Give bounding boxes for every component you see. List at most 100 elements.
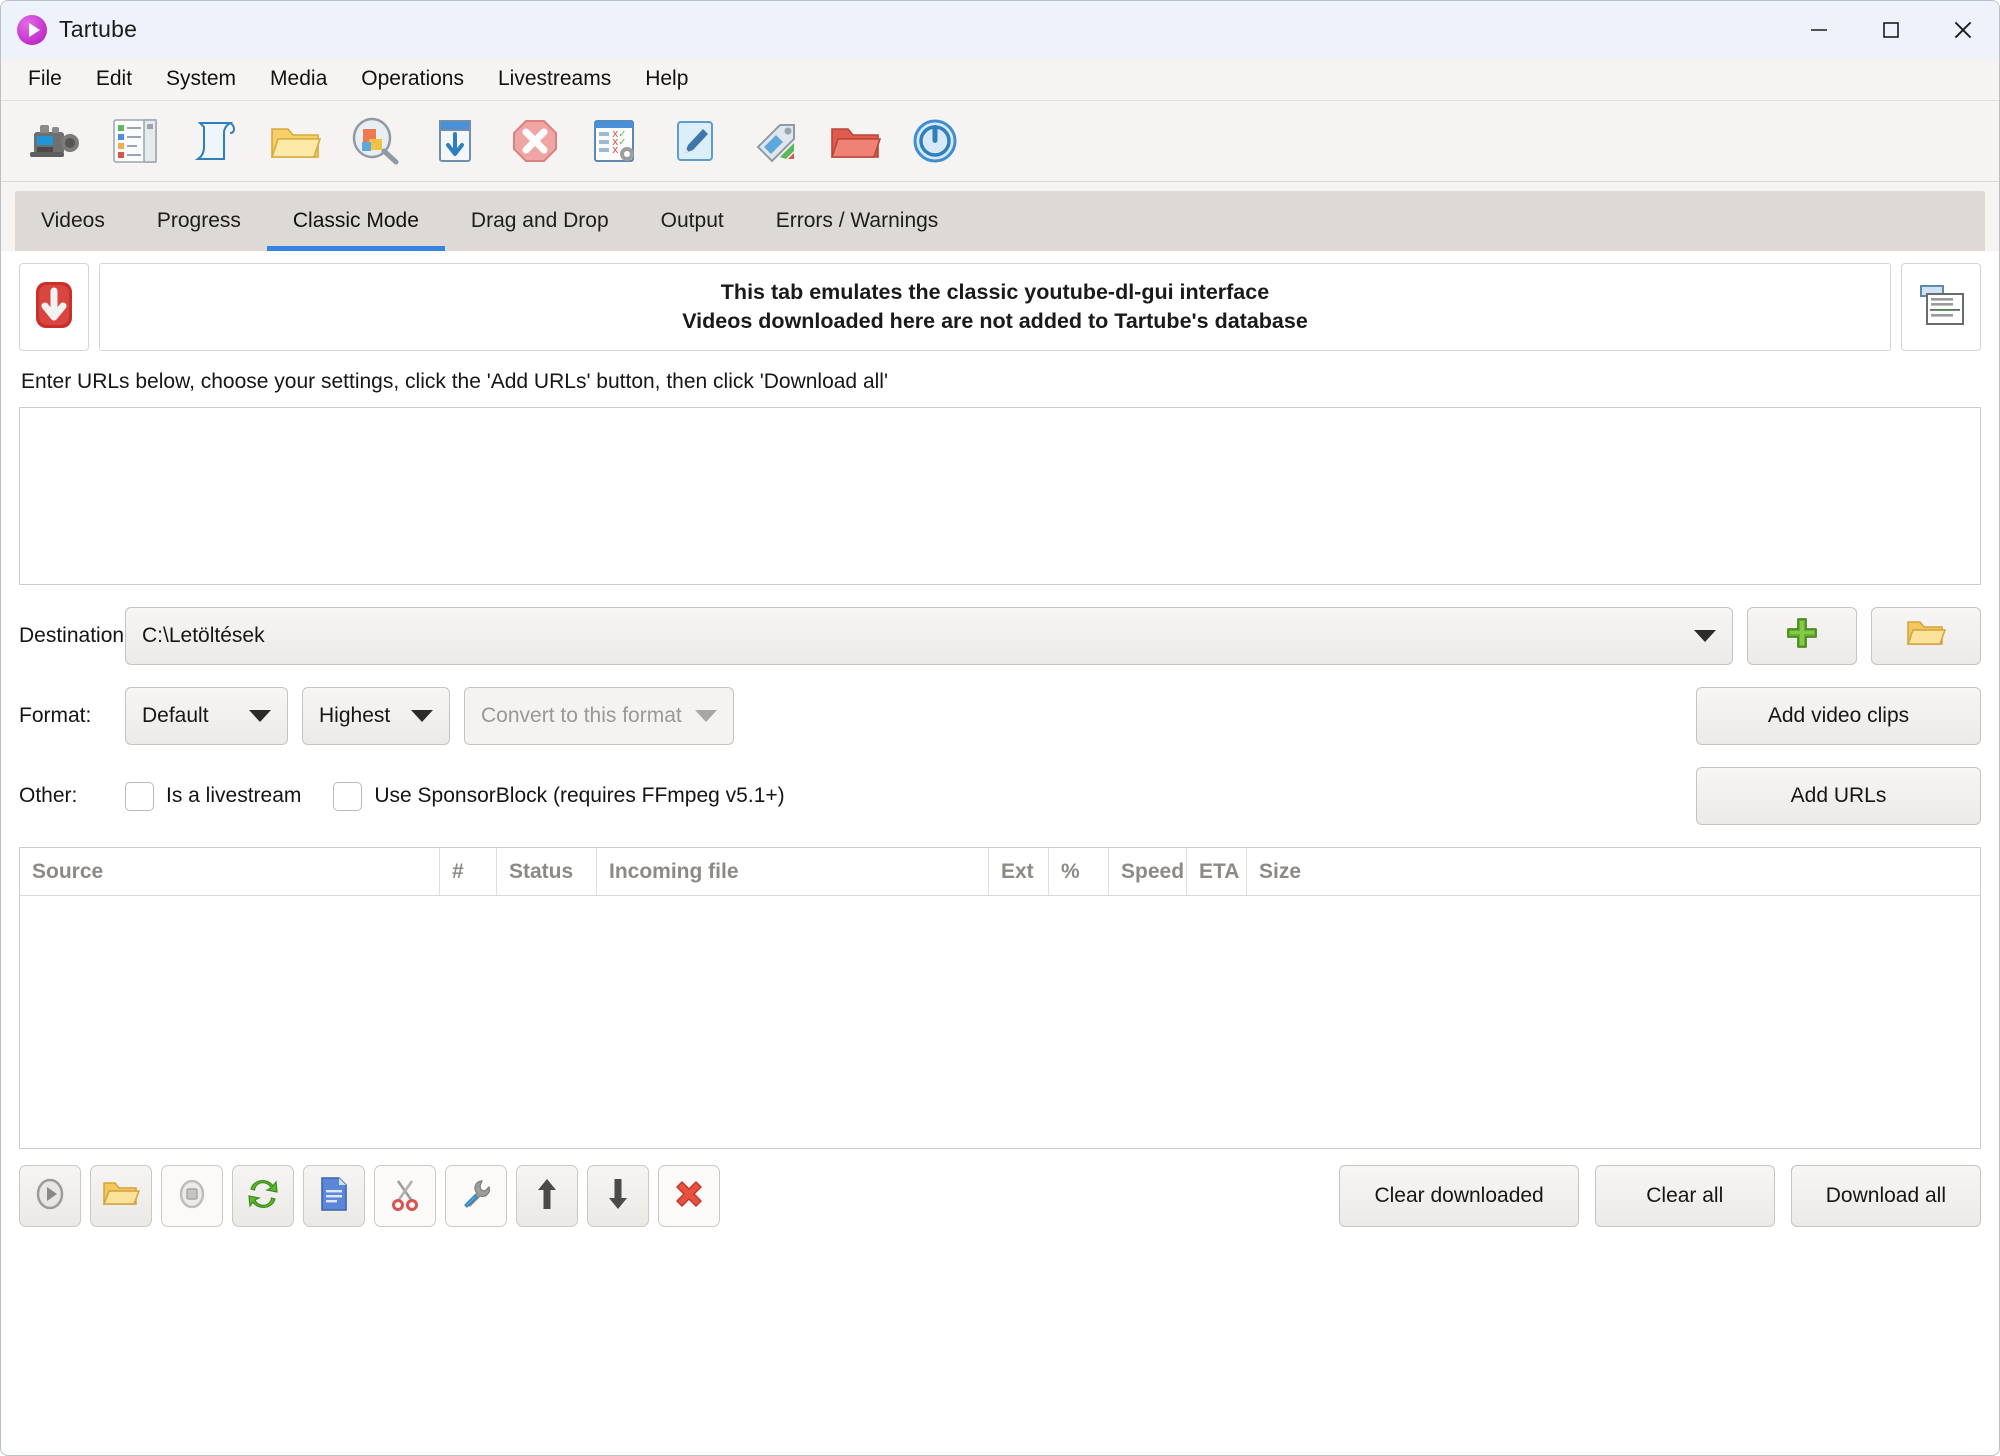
other-label: Other:	[19, 784, 78, 808]
tab-output[interactable]: Output	[635, 191, 750, 251]
livestream-checkbox-row[interactable]: Is a livestream	[125, 781, 333, 811]
destination-label: Destination:	[19, 624, 130, 648]
palette-tag-icon	[750, 117, 800, 165]
menu-bar: File Edit System Media Operations Livest…	[1, 58, 1999, 101]
quit-button[interactable]	[895, 106, 975, 176]
tab-errors-warnings[interactable]: Errors / Warnings	[750, 191, 965, 251]
check-all-button[interactable]	[335, 106, 415, 176]
add-video-clips-button[interactable]: Add video clips	[1696, 687, 1981, 746]
column-header-number[interactable]: #	[440, 848, 497, 896]
window-menu-icon	[1913, 281, 1969, 334]
add-video-button[interactable]	[15, 106, 95, 176]
open-folder-icon	[1906, 617, 1947, 655]
column-header-size[interactable]: Size	[1247, 848, 1980, 895]
wrench-screwdriver-icon	[459, 1177, 493, 1216]
tartube-window: Tartube File Edit System Media Operation…	[0, 0, 2000, 1456]
sponsorblock-checkbox-row[interactable]: Use SponsorBlock (requires FFmpeg v5.1+)	[333, 781, 816, 811]
downloads-table: Source # Status Incoming file Ext % Spee…	[19, 847, 1981, 1150]
instructions-text: Enter URLs below, choose your settings, …	[21, 370, 888, 394]
menu-edit[interactable]: Edit	[79, 63, 149, 95]
menu-livestreams[interactable]: Livestreams	[481, 63, 628, 95]
switch-view-button[interactable]: x ✓ x ✓ x	[575, 106, 655, 176]
clear-downloaded-button[interactable]: Clear downloaded	[1339, 1165, 1579, 1228]
add-urls-button[interactable]: Add URLs	[1696, 767, 1981, 826]
video-format-combo[interactable]: Default	[125, 687, 288, 746]
menu-media[interactable]: Media	[253, 63, 344, 95]
tab-classic-mode[interactable]: Classic Mode	[266, 191, 445, 251]
minimize-button[interactable]	[1783, 1, 1855, 58]
convert-format-placeholder: Convert to this format	[481, 704, 682, 728]
stop-circle-icon	[175, 1177, 209, 1216]
browse-destination-button[interactable]	[1871, 607, 1981, 666]
clip-button[interactable]	[374, 1165, 436, 1228]
tab-strip: Videos Progress Classic Mode Drag and Dr…	[15, 191, 1985, 251]
tab-videos[interactable]: Videos	[15, 191, 131, 251]
options-menu-button[interactable]	[1901, 263, 1981, 352]
chevron-down-icon	[249, 710, 271, 723]
svg-text:✓: ✓	[619, 135, 626, 148]
open-folder-icon	[102, 1178, 141, 1215]
chevron-down-icon	[695, 710, 717, 723]
show-log-button[interactable]	[303, 1165, 365, 1228]
chevron-down-icon	[411, 710, 433, 723]
table-body[interactable]	[20, 896, 1980, 1148]
column-header-incoming-file[interactable]: Incoming file	[597, 848, 989, 896]
play-button[interactable]	[19, 1165, 81, 1228]
destination-combo[interactable]: C:\Letöltések	[125, 607, 1733, 666]
tools-button[interactable]	[445, 1165, 507, 1228]
power-button-icon	[910, 117, 960, 165]
livestream-checkbox[interactable]	[125, 781, 154, 811]
convert-format-combo[interactable]: Convert to this format	[464, 687, 734, 746]
open-folder-button[interactable]	[90, 1165, 152, 1228]
system-preferences-button[interactable]	[735, 106, 815, 176]
menu-help[interactable]: Help	[628, 63, 705, 95]
download-all-bottom-button[interactable]: Download all	[1790, 1165, 1981, 1228]
column-header-percent[interactable]: %	[1049, 848, 1109, 896]
svg-text:x: x	[612, 143, 619, 156]
column-header-eta[interactable]: ETA	[1187, 848, 1247, 896]
column-header-speed[interactable]: Speed	[1109, 848, 1187, 896]
video-format-value: Default	[142, 704, 209, 728]
download-all-button[interactable]	[415, 106, 495, 176]
destination-row: Destination: C:\Letöltések	[19, 607, 1981, 666]
open-destination-button[interactable]	[815, 106, 895, 176]
add-channel-button[interactable]	[95, 106, 175, 176]
arrow-up-icon	[536, 1177, 558, 1216]
channel-list-icon	[110, 117, 160, 165]
column-header-ext[interactable]: Ext	[989, 848, 1049, 896]
column-header-source[interactable]: Source	[20, 848, 440, 896]
move-down-button[interactable]	[587, 1165, 649, 1228]
green-plus-icon	[1785, 616, 1819, 656]
folder-icon	[268, 119, 322, 163]
stop-operation-button[interactable]	[495, 106, 575, 176]
clear-all-button[interactable]: Clear all	[1594, 1165, 1775, 1228]
sponsorblock-checkbox[interactable]	[333, 781, 363, 811]
destination-value: C:\Letöltések	[142, 624, 265, 648]
move-up-button[interactable]	[516, 1165, 578, 1228]
add-playlist-button[interactable]	[175, 106, 255, 176]
add-destination-button[interactable]	[1747, 607, 1857, 666]
bottom-action-buttons: Clear downloaded Clear all Download all	[1339, 1165, 1981, 1228]
tab-strip-container: Videos Progress Classic Mode Drag and Dr…	[1, 182, 1999, 251]
maximize-button[interactable]	[1855, 1, 1927, 58]
refresh-button[interactable]	[232, 1165, 294, 1228]
video-camera-icon	[28, 119, 82, 163]
add-folder-button[interactable]	[255, 106, 335, 176]
column-header-status[interactable]: Status	[497, 848, 597, 896]
stop-button[interactable]	[161, 1165, 223, 1228]
tab-drag-and-drop[interactable]: Drag and Drop	[445, 191, 635, 251]
play-circle-icon	[33, 1177, 67, 1216]
menu-operations[interactable]: Operations	[344, 63, 481, 95]
download-indicator-button[interactable]	[19, 263, 89, 352]
window-controls	[1783, 1, 1999, 58]
close-button[interactable]	[1927, 1, 1999, 58]
menu-system[interactable]: System	[149, 63, 253, 95]
banner-line-2: Videos downloaded here are not added to …	[682, 309, 1308, 334]
delete-button[interactable]	[658, 1165, 720, 1228]
menu-file[interactable]: File	[11, 63, 79, 95]
quality-combo[interactable]: Highest	[302, 687, 450, 746]
edit-preferences-button[interactable]	[655, 106, 735, 176]
tab-progress[interactable]: Progress	[131, 191, 267, 251]
url-input-area[interactable]	[19, 407, 1981, 586]
title-bar: Tartube	[1, 1, 1999, 58]
